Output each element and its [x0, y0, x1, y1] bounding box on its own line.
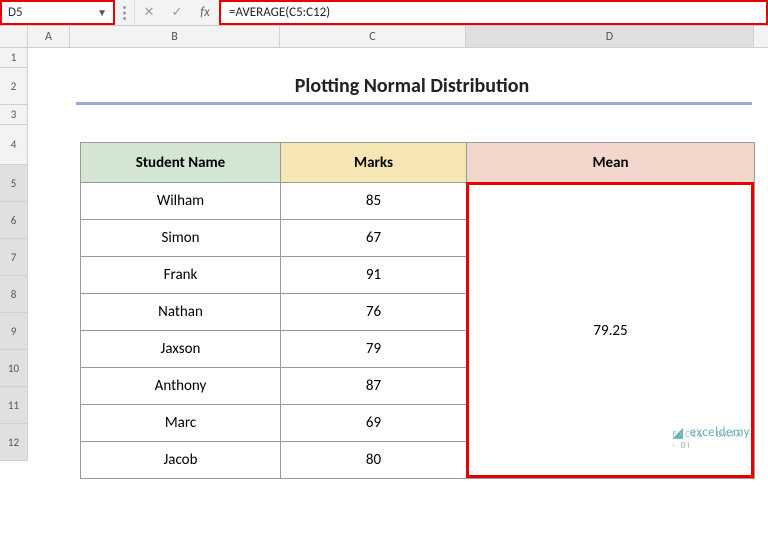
- row-header[interactable]: 4: [0, 125, 28, 165]
- row-headers: 1 2 3 4 5 6 7 8 9 10 11 12: [0, 48, 28, 461]
- row-header[interactable]: 5: [0, 165, 28, 202]
- cell-marks[interactable]: 69: [281, 405, 467, 442]
- col-header-A[interactable]: A: [28, 26, 70, 47]
- cell-name[interactable]: Jacob: [81, 442, 281, 479]
- header-mean[interactable]: Mean: [467, 143, 755, 183]
- cell-marks[interactable]: 79: [281, 331, 467, 368]
- row-header[interactable]: 7: [0, 239, 28, 276]
- cell-marks[interactable]: 80: [281, 442, 467, 479]
- sheet-body[interactable]: Plotting Normal Distribution Student Nam…: [28, 48, 768, 461]
- cell-marks[interactable]: 85: [281, 183, 467, 220]
- row-header[interactable]: 10: [0, 350, 28, 387]
- row-header[interactable]: 12: [0, 424, 28, 461]
- separator: ⋮: [115, 0, 135, 25]
- formula-input[interactable]: =AVERAGE(C5:C12): [219, 0, 768, 25]
- row-header[interactable]: 1: [0, 48, 28, 68]
- fx-icon[interactable]: fx: [191, 0, 219, 25]
- chevron-down-icon[interactable]: ▼: [93, 6, 107, 19]
- cell-name[interactable]: Wilham: [81, 183, 281, 220]
- watermark: ◢ exceldemy EXCEL · DATA · BI: [672, 424, 750, 441]
- row-header[interactable]: 3: [0, 105, 28, 125]
- row-header[interactable]: 2: [0, 68, 28, 105]
- name-box[interactable]: D5 ▼: [0, 0, 115, 25]
- col-header-C[interactable]: C: [280, 26, 466, 47]
- header-marks[interactable]: Marks: [281, 143, 467, 183]
- cancel-icon[interactable]: ✕: [135, 0, 163, 25]
- spreadsheet-grid: A B C D 1 2 3 4 5 6 7 8 9 10 11 12 Plott…: [0, 26, 768, 461]
- header-student-name[interactable]: Student Name: [81, 143, 281, 183]
- cell-name[interactable]: Frank: [81, 257, 281, 294]
- col-header-D[interactable]: D: [466, 26, 754, 47]
- select-all-corner[interactable]: [0, 26, 28, 47]
- cell-marks[interactable]: 76: [281, 294, 467, 331]
- name-box-value: D5: [8, 5, 93, 20]
- formula-bar: D5 ▼ ⋮ ✕ ✓ fx =AVERAGE(C5:C12): [0, 0, 768, 26]
- data-table: Student Name Marks Mean Wilham 85 79.25 …: [80, 142, 755, 479]
- title-underline: [76, 102, 752, 105]
- watermark-tag: EXCEL · DATA · BI: [672, 429, 750, 451]
- formula-text: =AVERAGE(C5:C12): [229, 5, 330, 20]
- cell-name[interactable]: Anthony: [81, 368, 281, 405]
- column-headers: A B C D: [0, 26, 768, 48]
- cell-name[interactable]: Marc: [81, 405, 281, 442]
- row-header[interactable]: 11: [0, 387, 28, 424]
- cell-marks[interactable]: 91: [281, 257, 467, 294]
- page-title: Plotting Normal Distribution: [70, 68, 754, 98]
- cell-name[interactable]: Nathan: [81, 294, 281, 331]
- confirm-icon[interactable]: ✓: [163, 0, 191, 25]
- table-row: Wilham 85 79.25: [81, 183, 755, 220]
- row-header[interactable]: 8: [0, 276, 28, 313]
- row-header[interactable]: 9: [0, 313, 28, 350]
- cell-name[interactable]: Simon: [81, 220, 281, 257]
- cell-name[interactable]: Jaxson: [81, 331, 281, 368]
- table-header-row: Student Name Marks Mean: [81, 143, 755, 183]
- col-header-B[interactable]: B: [70, 26, 280, 47]
- cell-marks[interactable]: 67: [281, 220, 467, 257]
- row-header[interactable]: 6: [0, 202, 28, 239]
- cell-marks[interactable]: 87: [281, 368, 467, 405]
